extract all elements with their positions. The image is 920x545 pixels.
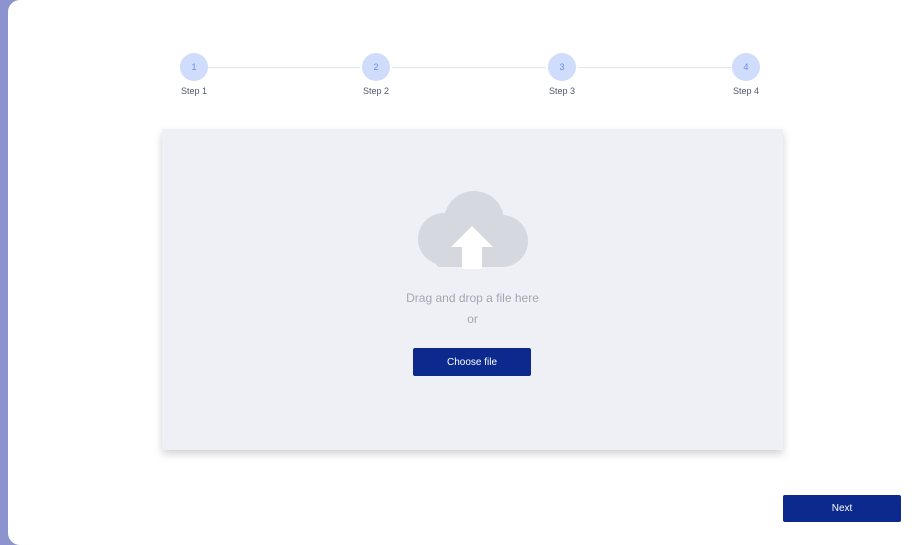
step-4: 4 Step 4	[716, 53, 776, 96]
step-label: Step 1	[180, 86, 208, 96]
file-dropzone[interactable]: Drag and drop a file here or Choose file	[162, 129, 783, 450]
step-2: 2 Step 2	[346, 53, 406, 96]
step-3: 3 Step 3	[532, 53, 592, 96]
step-number-circle: 3	[548, 53, 576, 81]
step-number-circle: 4	[732, 53, 760, 81]
next-button[interactable]: Next	[783, 495, 901, 522]
step-label: Step 3	[548, 86, 576, 96]
drop-or-separator: or	[467, 312, 478, 326]
step-connector	[578, 67, 732, 68]
choose-file-button[interactable]: Choose file	[413, 348, 531, 376]
step-number-circle: 1	[180, 53, 208, 81]
cloud-upload-icon	[418, 191, 528, 269]
step-1: 1 Step 1	[164, 53, 224, 96]
step-number-circle: 2	[362, 53, 390, 81]
step-connector	[208, 67, 360, 68]
drop-instruction: Drag and drop a file here	[406, 291, 539, 305]
step-label: Step 2	[362, 86, 390, 96]
step-label: Step 4	[732, 86, 760, 96]
step-connector	[392, 67, 546, 68]
main-panel: 1 Step 1 2 Step 2 3 Step 3 4 Step 4 Drag…	[8, 0, 920, 545]
stepper: 1 Step 1 2 Step 2 3 Step 3 4 Step 4	[178, 53, 782, 105]
